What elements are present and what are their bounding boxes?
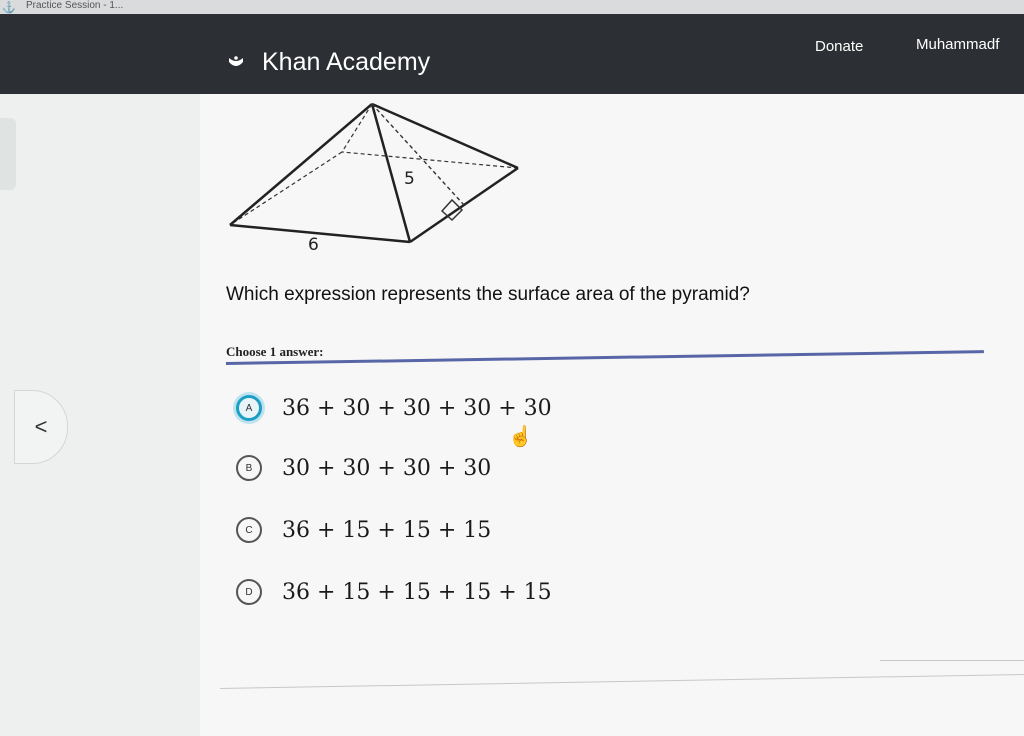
pyramid-edge bbox=[229, 103, 373, 226]
choice-letter-b: B bbox=[236, 455, 262, 481]
side-tab[interactable] bbox=[0, 118, 16, 190]
site-header: Khan Academy Donate Muhammadf bbox=[0, 14, 1024, 94]
choice-d[interactable]: D 36 + 15 + 15 + 15 + 15 bbox=[226, 572, 646, 612]
user-menu[interactable]: Muhammadf bbox=[916, 36, 999, 53]
chevron-left-icon: < bbox=[34, 414, 48, 439]
base-length-label: 6 bbox=[308, 235, 319, 255]
choice-text-a: 36 + 30 + 30 + 30 + 30 bbox=[282, 395, 552, 421]
slant-height-label: 5 bbox=[404, 169, 415, 189]
choice-text-b: 30 + 30 + 30 + 30 bbox=[282, 455, 492, 481]
pyramid-edge-hidden bbox=[341, 151, 519, 169]
choice-letter-d: D bbox=[236, 579, 262, 605]
pyramid-edge bbox=[371, 102, 519, 170]
hand-cursor-icon: ☝ bbox=[508, 426, 533, 448]
khan-leaf-icon[interactable] bbox=[228, 56, 244, 70]
choice-letter-c: C bbox=[236, 517, 262, 543]
pyramid-figure: 5 6 bbox=[229, 102, 519, 255]
choice-text-c: 36 + 15 + 15 + 15 bbox=[282, 517, 492, 543]
choose-label: Choose 1 answer: bbox=[226, 344, 324, 359]
tab-favicon-icon: ⚓ bbox=[2, 2, 16, 14]
choice-a[interactable]: A 36 + 30 + 30 + 30 + 30 bbox=[226, 388, 646, 428]
choice-text-d: 36 + 15 + 15 + 15 + 15 bbox=[282, 579, 552, 605]
site-logo[interactable]: Khan Academy bbox=[262, 48, 430, 77]
donate-link[interactable]: Donate bbox=[815, 38, 863, 55]
question-text: Which expression represents the surface … bbox=[226, 284, 750, 305]
browser-tab-strip: ⚓ Practice Session - 1... bbox=[0, 0, 1024, 14]
bottom-divider-right bbox=[880, 660, 1024, 661]
tab-title[interactable]: Practice Session - 1... bbox=[26, 0, 123, 11]
choice-b[interactable]: B 30 + 30 + 30 + 30 bbox=[226, 448, 646, 488]
pyramid-edge-hidden bbox=[341, 103, 373, 153]
choice-c[interactable]: C 36 + 15 + 15 + 15 bbox=[226, 510, 646, 550]
pyramid-edge-hidden bbox=[229, 151, 343, 226]
choice-letter-a: A bbox=[236, 395, 262, 421]
pyramid-edge bbox=[229, 223, 411, 244]
previous-button[interactable]: < bbox=[14, 390, 68, 464]
